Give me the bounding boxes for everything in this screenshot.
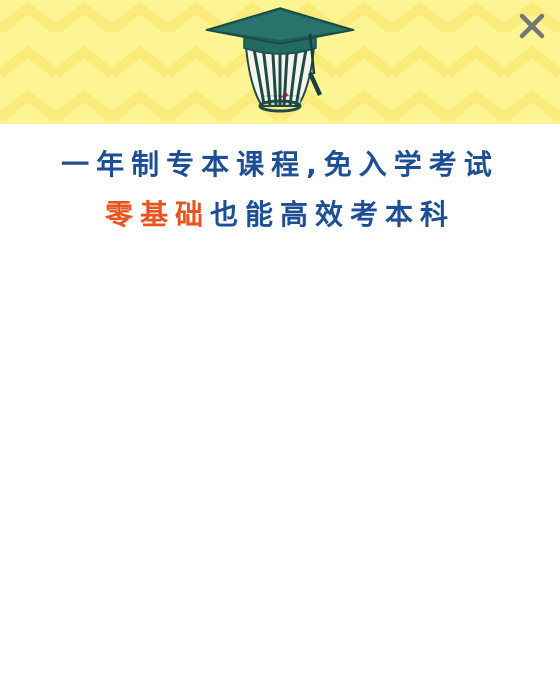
headline-highlight: 零基础: [104, 198, 210, 231]
promo-headline: 一年制专本课程,免入学考试 零基础也能高效考本科: [0, 140, 560, 240]
promo-popup: 一年制专本课程,免入学考试 零基础也能高效考本科: [0, 0, 560, 700]
close-button[interactable]: [514, 8, 550, 44]
headline-line-1: 一年制专本课程,免入学考试: [61, 148, 499, 181]
header-banner: [0, 0, 560, 124]
headline-line-2: 零基础也能高效考本科: [0, 190, 560, 240]
graduation-cap-icon: [205, 7, 355, 113]
headline-line-2-rest: 也能高效考本科: [210, 198, 456, 231]
close-icon[interactable]: [514, 8, 550, 44]
